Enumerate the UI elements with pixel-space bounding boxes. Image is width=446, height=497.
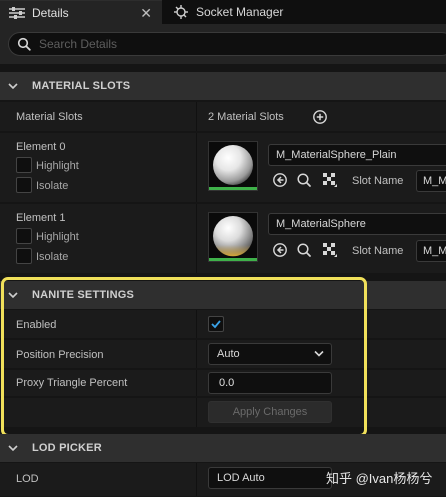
highlight-checkbox[interactable] bbox=[16, 157, 32, 173]
column-divider bbox=[196, 310, 197, 338]
browse-asset-search-icon[interactable] bbox=[296, 172, 312, 188]
highlight-label: Highlight bbox=[36, 160, 79, 172]
apply-changes-button[interactable]: Apply Changes bbox=[208, 401, 332, 423]
material-sphere-preview bbox=[213, 145, 253, 185]
highlight-checkbox[interactable] bbox=[16, 228, 32, 244]
slot-name-field[interactable]: M_MaterialSphere_Plain bbox=[416, 170, 446, 192]
column-divider bbox=[196, 204, 197, 273]
material-color-bar bbox=[209, 258, 257, 261]
material-slots-label: Material Slots bbox=[16, 111, 83, 123]
proxy-triangle-percent-input[interactable]: 0.0 bbox=[208, 372, 332, 394]
section-title: LOD PICKER bbox=[32, 442, 102, 454]
use-selected-asset-icon[interactable] bbox=[272, 172, 288, 188]
position-precision-dropdown[interactable]: Auto bbox=[208, 343, 332, 365]
proxy-triangle-percent-label: Proxy Triangle Percent bbox=[16, 377, 128, 389]
close-tab-icon[interactable]: ✕ bbox=[140, 5, 152, 22]
slot-name-label: Slot Name bbox=[352, 245, 404, 257]
isolate-label: Isolate bbox=[36, 251, 69, 263]
column-divider bbox=[196, 340, 197, 368]
search-input[interactable] bbox=[39, 37, 419, 51]
tab-socket-manager[interactable]: Socket Manager bbox=[168, 0, 328, 24]
isolate-checkbox[interactable] bbox=[16, 248, 32, 264]
enabled-checkbox[interactable] bbox=[208, 316, 224, 332]
watermark-text: 知乎 @Ivan杨杨兮 bbox=[326, 471, 433, 486]
nanite-enabled-row: Enabled bbox=[0, 310, 446, 339]
column-divider bbox=[196, 133, 197, 202]
socket-manager-icon bbox=[174, 5, 188, 19]
position-precision-label: Position Precision bbox=[16, 349, 104, 361]
material-element-1: Element 1 Highlight Isolate M_MaterialSp… bbox=[0, 204, 446, 274]
material-thumbnail[interactable] bbox=[208, 212, 258, 262]
material-thumbnail[interactable] bbox=[208, 141, 258, 191]
section-header-lod-picker[interactable]: LOD PICKER bbox=[0, 434, 446, 462]
material-asset-field[interactable]: M_MaterialSphere_Plain bbox=[268, 144, 446, 166]
material-slots-row: Material Slots 2 Material Slots bbox=[0, 102, 446, 132]
column-divider bbox=[196, 370, 197, 396]
material-asset-field[interactable]: M_MaterialSphere bbox=[268, 213, 446, 235]
lod-dropdown[interactable]: LOD Auto bbox=[208, 467, 332, 489]
search-icon bbox=[17, 37, 31, 51]
details-toolbar bbox=[0, 24, 446, 64]
position-precision-value: Auto bbox=[217, 348, 240, 360]
section-title: MATERIAL SLOTS bbox=[32, 80, 131, 92]
isolate-label: Isolate bbox=[36, 180, 69, 192]
chevron-down-icon bbox=[8, 445, 18, 452]
apply-changes-row: Apply Changes bbox=[0, 398, 446, 428]
element-label: Element 0 bbox=[16, 141, 66, 153]
tab-details[interactable]: Details ✕ bbox=[0, 0, 162, 24]
isolate-checkbox[interactable] bbox=[16, 177, 32, 193]
browse-asset-search-icon[interactable] bbox=[296, 242, 312, 258]
material-color-bar bbox=[209, 187, 257, 190]
tab-socket-manager-label: Socket Manager bbox=[196, 5, 284, 19]
tab-details-label: Details bbox=[32, 5, 69, 20]
position-precision-row: Position Precision Auto bbox=[0, 340, 446, 369]
slot-name-label: Slot Name bbox=[352, 175, 404, 187]
tab-bar: Details ✕ Socket Manager bbox=[0, 0, 446, 24]
section-header-nanite-settings[interactable]: NANITE SETTINGS bbox=[0, 281, 446, 309]
checker-texture-icon[interactable] bbox=[322, 242, 338, 258]
element-label: Element 1 bbox=[16, 212, 66, 224]
material-sphere-preview bbox=[213, 216, 253, 257]
details-sliders-icon bbox=[9, 6, 25, 19]
checker-texture-icon[interactable] bbox=[322, 172, 338, 188]
use-selected-asset-icon[interactable] bbox=[272, 242, 288, 258]
column-divider bbox=[196, 102, 197, 131]
highlight-label: Highlight bbox=[36, 231, 79, 243]
material-slots-count: 2 Material Slots bbox=[208, 111, 284, 123]
chevron-down-icon bbox=[8, 292, 18, 299]
column-divider bbox=[196, 398, 197, 427]
add-material-slot-icon[interactable] bbox=[312, 109, 328, 125]
search-box bbox=[8, 32, 446, 56]
chevron-down-icon bbox=[8, 83, 18, 90]
material-element-0: Element 0 Highlight Isolate M_MaterialSp… bbox=[0, 133, 446, 203]
enabled-label: Enabled bbox=[16, 319, 57, 331]
proxy-triangle-percent-row: Proxy Triangle Percent 0.0 bbox=[0, 370, 446, 397]
lod-label: LOD bbox=[16, 473, 39, 485]
section-title: NANITE SETTINGS bbox=[32, 289, 135, 301]
section-header-material-slots[interactable]: MATERIAL SLOTS bbox=[0, 72, 446, 100]
chevron-down-icon bbox=[314, 350, 324, 357]
lod-value: LOD Auto bbox=[217, 472, 265, 484]
column-divider bbox=[196, 463, 197, 496]
checkmark-icon bbox=[211, 320, 221, 329]
slot-name-field[interactable]: M_MaterialSphere bbox=[416, 240, 446, 262]
